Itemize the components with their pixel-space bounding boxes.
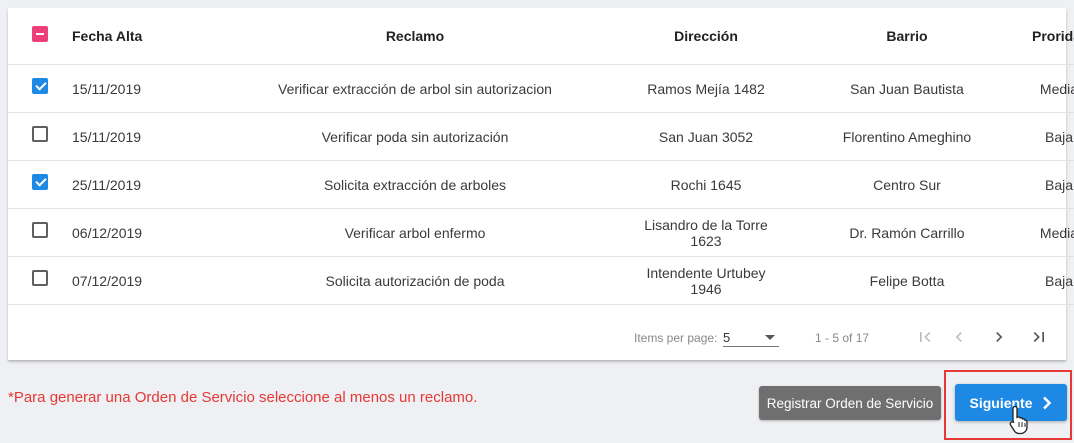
header-barrio[interactable]: Barrio [782,8,1032,65]
first-page-icon [920,332,931,342]
first-page-button[interactable] [911,323,939,351]
table-row[interactable]: 15/11/2019 Verificar extracción de arbol … [8,64,1074,113]
table-row[interactable]: 07/12/2019 Solicita autorización de poda I… [8,256,1074,305]
cell-direccion: Lisandro de la Torre 1623 [630,208,782,257]
page-size-value: 5 [723,330,731,345]
cell-barrio: Centro Sur [782,160,1032,209]
last-page-icon [1033,332,1044,342]
cell-reclamo: Verificar extracción de arbol sin autori… [200,64,630,113]
items-per-page-label: Items per page: [634,331,718,345]
cell-direccion: Ramos Mejía 1482 [630,64,782,113]
row-checkbox-cell [8,208,72,257]
row-checkbox-cell [8,64,72,113]
row-checkbox-cell [8,112,72,161]
row-checkbox[interactable] [32,174,48,191]
cell-barrio: Florentino Ameghino [782,112,1032,161]
cell-direccion: Rochi 1645 [630,160,782,209]
cell-direccion: Intendente Urtubey 1946 [630,256,782,305]
table-header-row: Fecha Alta Reclamo Dirección Barrio Pror… [8,8,1074,65]
cell-direccion: San Juan 3052 [630,112,782,161]
claims-table: Fecha Alta Reclamo Dirección Barrio Pror… [8,8,1074,305]
page-size-select[interactable]: 5 [723,326,779,347]
page-range-label: 1 - 5 of 17 [815,331,870,345]
row-checkbox[interactable] [32,126,48,143]
header-prioridad[interactable]: Proridad [1032,8,1074,65]
cell-fecha-alta: 07/12/2019 [72,256,200,305]
paginator: Items per page: 5 1 - 5 of 17 [8,313,1066,360]
table-row[interactable]: 25/11/2019 Solicita extracción de arboles… [8,160,1074,209]
previous-page-button[interactable] [945,323,973,351]
cell-prioridad: Baja [1032,112,1074,161]
cell-prioridad: Baja [1032,256,1074,305]
cell-prioridad: Baja [1032,160,1074,209]
row-checkbox-cell [8,256,72,305]
row-checkbox-cell [8,160,72,209]
next-page-button[interactable] [985,323,1013,351]
cell-reclamo: Solicita autorización de poda [200,256,630,305]
select-all-checkbox[interactable] [32,25,48,42]
cell-reclamo: Verificar arbol enfermo [200,208,630,257]
cell-barrio: San Juan Bautista [782,64,1032,113]
cell-barrio: Dr. Ramón Carrillo [782,208,1032,257]
cell-barrio: Felipe Botta [782,256,1032,305]
last-page-button[interactable] [1025,323,1053,351]
cell-prioridad: Media [1032,64,1074,113]
row-checkbox[interactable] [32,78,48,95]
hand-cursor-icon [1009,405,1028,435]
cell-prioridad: Media [1032,208,1074,257]
dropdown-arrow-icon [765,335,775,340]
cell-fecha-alta: 25/11/2019 [72,160,200,209]
chevron-right-icon [996,332,1003,342]
row-checkbox[interactable] [32,222,48,239]
cell-fecha-alta: 06/12/2019 [72,208,200,257]
table-row[interactable]: 15/11/2019 Verificar poda sin autorizació… [8,112,1074,161]
cell-reclamo: Solicita extracción de arboles [200,160,630,209]
register-service-order-button[interactable]: Registrar Orden de Servicio [759,386,941,420]
header-fecha-alta[interactable]: Fecha Alta [72,8,200,65]
row-checkbox[interactable] [32,270,48,287]
chevron-left-icon [955,332,962,342]
cell-fecha-alta: 15/11/2019 [72,112,200,161]
table-row[interactable]: 06/12/2019 Verificar arbol enfermo Lisandr… [8,208,1074,257]
header-reclamo[interactable]: Reclamo [200,8,630,65]
selection-warning: *Para generar una Orden de Servicio sele… [8,389,478,406]
cell-reclamo: Verificar poda sin autorización [200,112,630,161]
chevron-right-icon [1042,396,1051,409]
header-direccion[interactable]: Dirección [630,8,782,65]
claims-table-card: Fecha Alta Reclamo Dirección Barrio Pror… [8,8,1074,360]
select-all-cell [8,8,72,65]
cell-fecha-alta: 15/11/2019 [72,64,200,113]
